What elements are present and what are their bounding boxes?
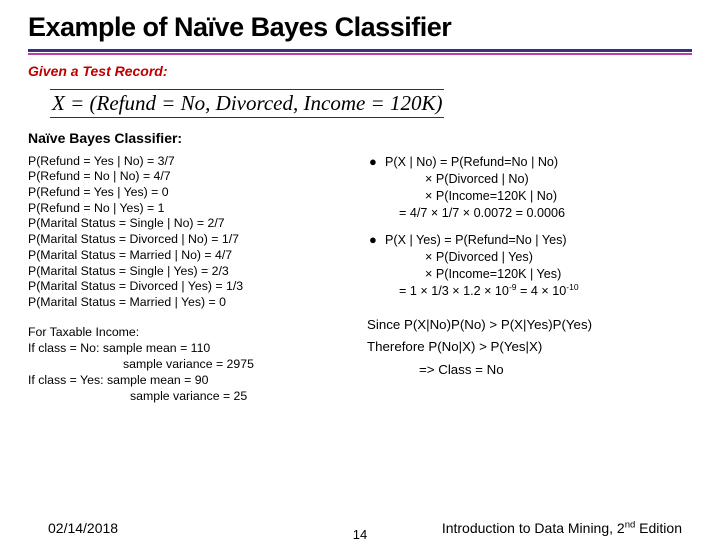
right-column: ● P(X | No) = P(Refund=No | No) × P(Divo… [367,154,698,405]
tax-line: sample variance = 2975 [28,357,359,373]
conclusion-line: Therefore P(No|X) > P(Yes|X) [367,336,698,359]
test-record-formula: X = (Refund = No, Divorced, Income = 120… [50,89,444,118]
prob-line: P(Marital Status = Married | No) = 4/7 [28,248,359,264]
pxno-result: = 4/7 × 1/7 × 0.0072 = 0.0006 [385,206,565,220]
pxno-sub1: × P(Divorced | No) [425,172,529,186]
prob-line: P(Refund = No | No) = 4/7 [28,169,359,185]
conclusion-block: Since P(X|No)P(No) > P(X|Yes)P(Yes) Ther… [367,314,698,382]
taxable-income-block: For Taxable Income: If class = No: sampl… [28,325,359,405]
bullet-icon: ● [367,154,385,222]
prob-line: P(Refund = No | Yes) = 1 [28,201,359,217]
prob-line: P(Marital Status = Single | No) = 2/7 [28,216,359,232]
tax-line: If class = No: sample mean = 110 [28,341,359,357]
prob-list: P(Refund = Yes | No) = 3/7 P(Refund = No… [28,154,359,311]
tax-heading: For Taxable Income: [28,325,359,341]
tax-line: If class = Yes: sample mean = 90 [28,373,359,389]
prob-line: P(Marital Status = Married | Yes) = 0 [28,295,359,311]
conclusion-line: Since P(X|No)P(No) > P(X|Yes)P(Yes) [367,314,698,337]
prob-line: P(Refund = Yes | No) = 3/7 [28,154,359,170]
pxno-sub2: × P(Income=120K | No) [425,189,557,203]
tax-line: sample variance = 25 [28,389,359,405]
pxyes-main: P(X | Yes) = P(Refund=No | Yes) [385,233,567,247]
pxyes-result: = 1 × 1/3 × 1.2 × 10-9 = 4 × 10-10 [385,284,579,298]
pxno-main: P(X | No) = P(Refund=No | No) [385,155,558,169]
prob-line: P(Marital Status = Divorced | Yes) = 1/3 [28,279,359,295]
prob-line: P(Refund = Yes | Yes) = 0 [28,185,359,201]
prob-line: P(Marital Status = Single | Yes) = 2/3 [28,264,359,280]
bullet-icon: ● [367,232,385,300]
prob-line: P(Marital Status = Divorced | No) = 1/7 [28,232,359,248]
title-rule [28,49,692,55]
conclusion-result: => Class = No [367,359,698,382]
slide-title: Example of Naïve Bayes Classifier [0,0,720,49]
pxyes-sub2: × P(Income=120K | Yes) [425,267,561,281]
test-record: X = (Refund = No, Divorced, Income = 120… [0,81,720,126]
pxyes-sub1: × P(Divorced | Yes) [425,250,533,264]
classifier-label: Naïve Bayes Classifier: [0,126,720,152]
bullet-pxyes: ● P(X | Yes) = P(Refund=No | Yes) × P(Di… [367,232,698,300]
left-column: P(Refund = Yes | No) = 3/7 P(Refund = No… [28,154,359,405]
bullet-pxno: ● P(X | No) = P(Refund=No | No) × P(Divo… [367,154,698,222]
given-record-label: Given a Test Record: [28,63,168,79]
